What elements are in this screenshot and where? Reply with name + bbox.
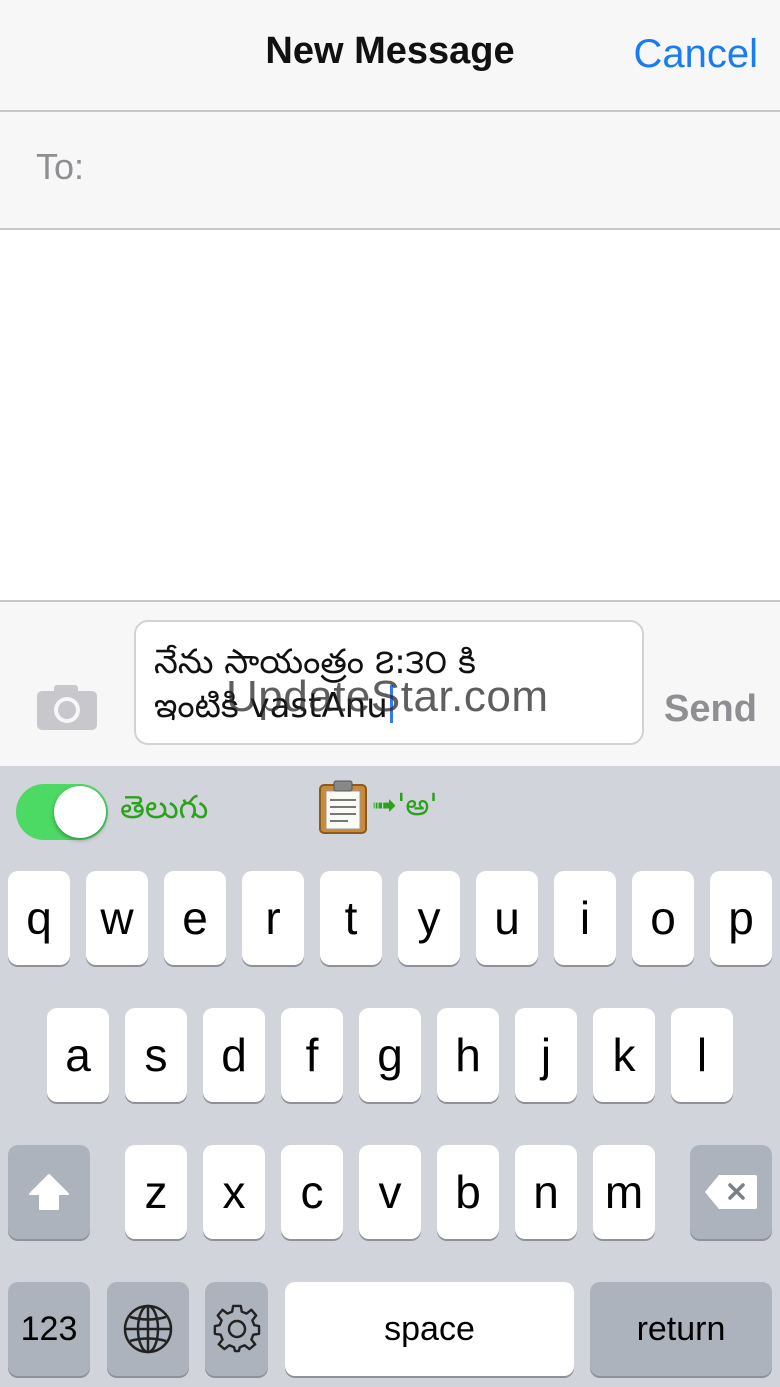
message-line-2-text: ఇంటికి vastAnu bbox=[154, 686, 388, 726]
key-z[interactable]: z bbox=[125, 1145, 187, 1239]
message-line-1: నేను సాయంత్రం ౭:౩౦ కి bbox=[154, 642, 476, 682]
key-p[interactable]: p bbox=[710, 871, 772, 965]
message-line-2: ఇంటికి vastAnu bbox=[154, 684, 624, 728]
gear-icon bbox=[213, 1304, 260, 1353]
shift-key[interactable] bbox=[8, 1145, 90, 1239]
return-key[interactable]: return bbox=[590, 1282, 772, 1376]
cancel-button[interactable]: Cancel bbox=[633, 32, 758, 77]
key-l[interactable]: l bbox=[671, 1008, 733, 1102]
text-cursor bbox=[389, 685, 393, 723]
language-label: తెలుగు bbox=[120, 788, 209, 826]
key-a[interactable]: a bbox=[47, 1008, 109, 1102]
settings-key[interactable] bbox=[205, 1282, 268, 1376]
message-thread bbox=[0, 230, 780, 600]
globe-icon bbox=[123, 1304, 173, 1354]
key-o[interactable]: o bbox=[632, 871, 694, 965]
key-d[interactable]: d bbox=[203, 1008, 265, 1102]
globe-key[interactable] bbox=[107, 1282, 189, 1376]
key-f[interactable]: f bbox=[281, 1008, 343, 1102]
key-t[interactable]: t bbox=[320, 871, 382, 965]
telugu-toggle[interactable] bbox=[16, 784, 108, 840]
delete-icon bbox=[705, 1175, 757, 1209]
recipient-label: To: bbox=[36, 146, 85, 187]
key-w[interactable]: w bbox=[86, 871, 148, 965]
key-x[interactable]: x bbox=[203, 1145, 265, 1239]
key-c[interactable]: c bbox=[281, 1145, 343, 1239]
key-y[interactable]: y bbox=[398, 871, 460, 965]
recipient-field[interactable] bbox=[0, 112, 780, 230]
message-input[interactable]: నేను సాయంత్రం ౭:౩౦ కి ఇంటికి vastAnu bbox=[134, 620, 644, 745]
key-n[interactable]: n bbox=[515, 1145, 577, 1239]
key-m[interactable]: m bbox=[593, 1145, 655, 1239]
key-e[interactable]: e bbox=[164, 871, 226, 965]
key-u[interactable]: u bbox=[476, 871, 538, 965]
shift-icon bbox=[29, 1174, 69, 1210]
numbers-key[interactable]: 123 bbox=[8, 1282, 90, 1376]
key-j[interactable]: j bbox=[515, 1008, 577, 1102]
key-g[interactable]: g bbox=[359, 1008, 421, 1102]
key-h[interactable]: h bbox=[437, 1008, 499, 1102]
delete-key[interactable] bbox=[690, 1145, 772, 1239]
key-k[interactable]: k bbox=[593, 1008, 655, 1102]
camera-icon[interactable] bbox=[36, 683, 98, 731]
key-i[interactable]: i bbox=[554, 871, 616, 965]
key-q[interactable]: q bbox=[8, 871, 70, 965]
clipboard-convert-button[interactable]: ➟'అ' bbox=[372, 788, 438, 830]
key-s[interactable]: s bbox=[125, 1008, 187, 1102]
toggle-knob bbox=[54, 786, 106, 838]
send-button[interactable]: Send bbox=[664, 688, 757, 731]
space-key[interactable]: space bbox=[285, 1282, 574, 1376]
key-v[interactable]: v bbox=[359, 1145, 421, 1239]
key-r[interactable]: r bbox=[242, 871, 304, 965]
clipboard-icon[interactable] bbox=[318, 780, 368, 834]
key-b[interactable]: b bbox=[437, 1145, 499, 1239]
